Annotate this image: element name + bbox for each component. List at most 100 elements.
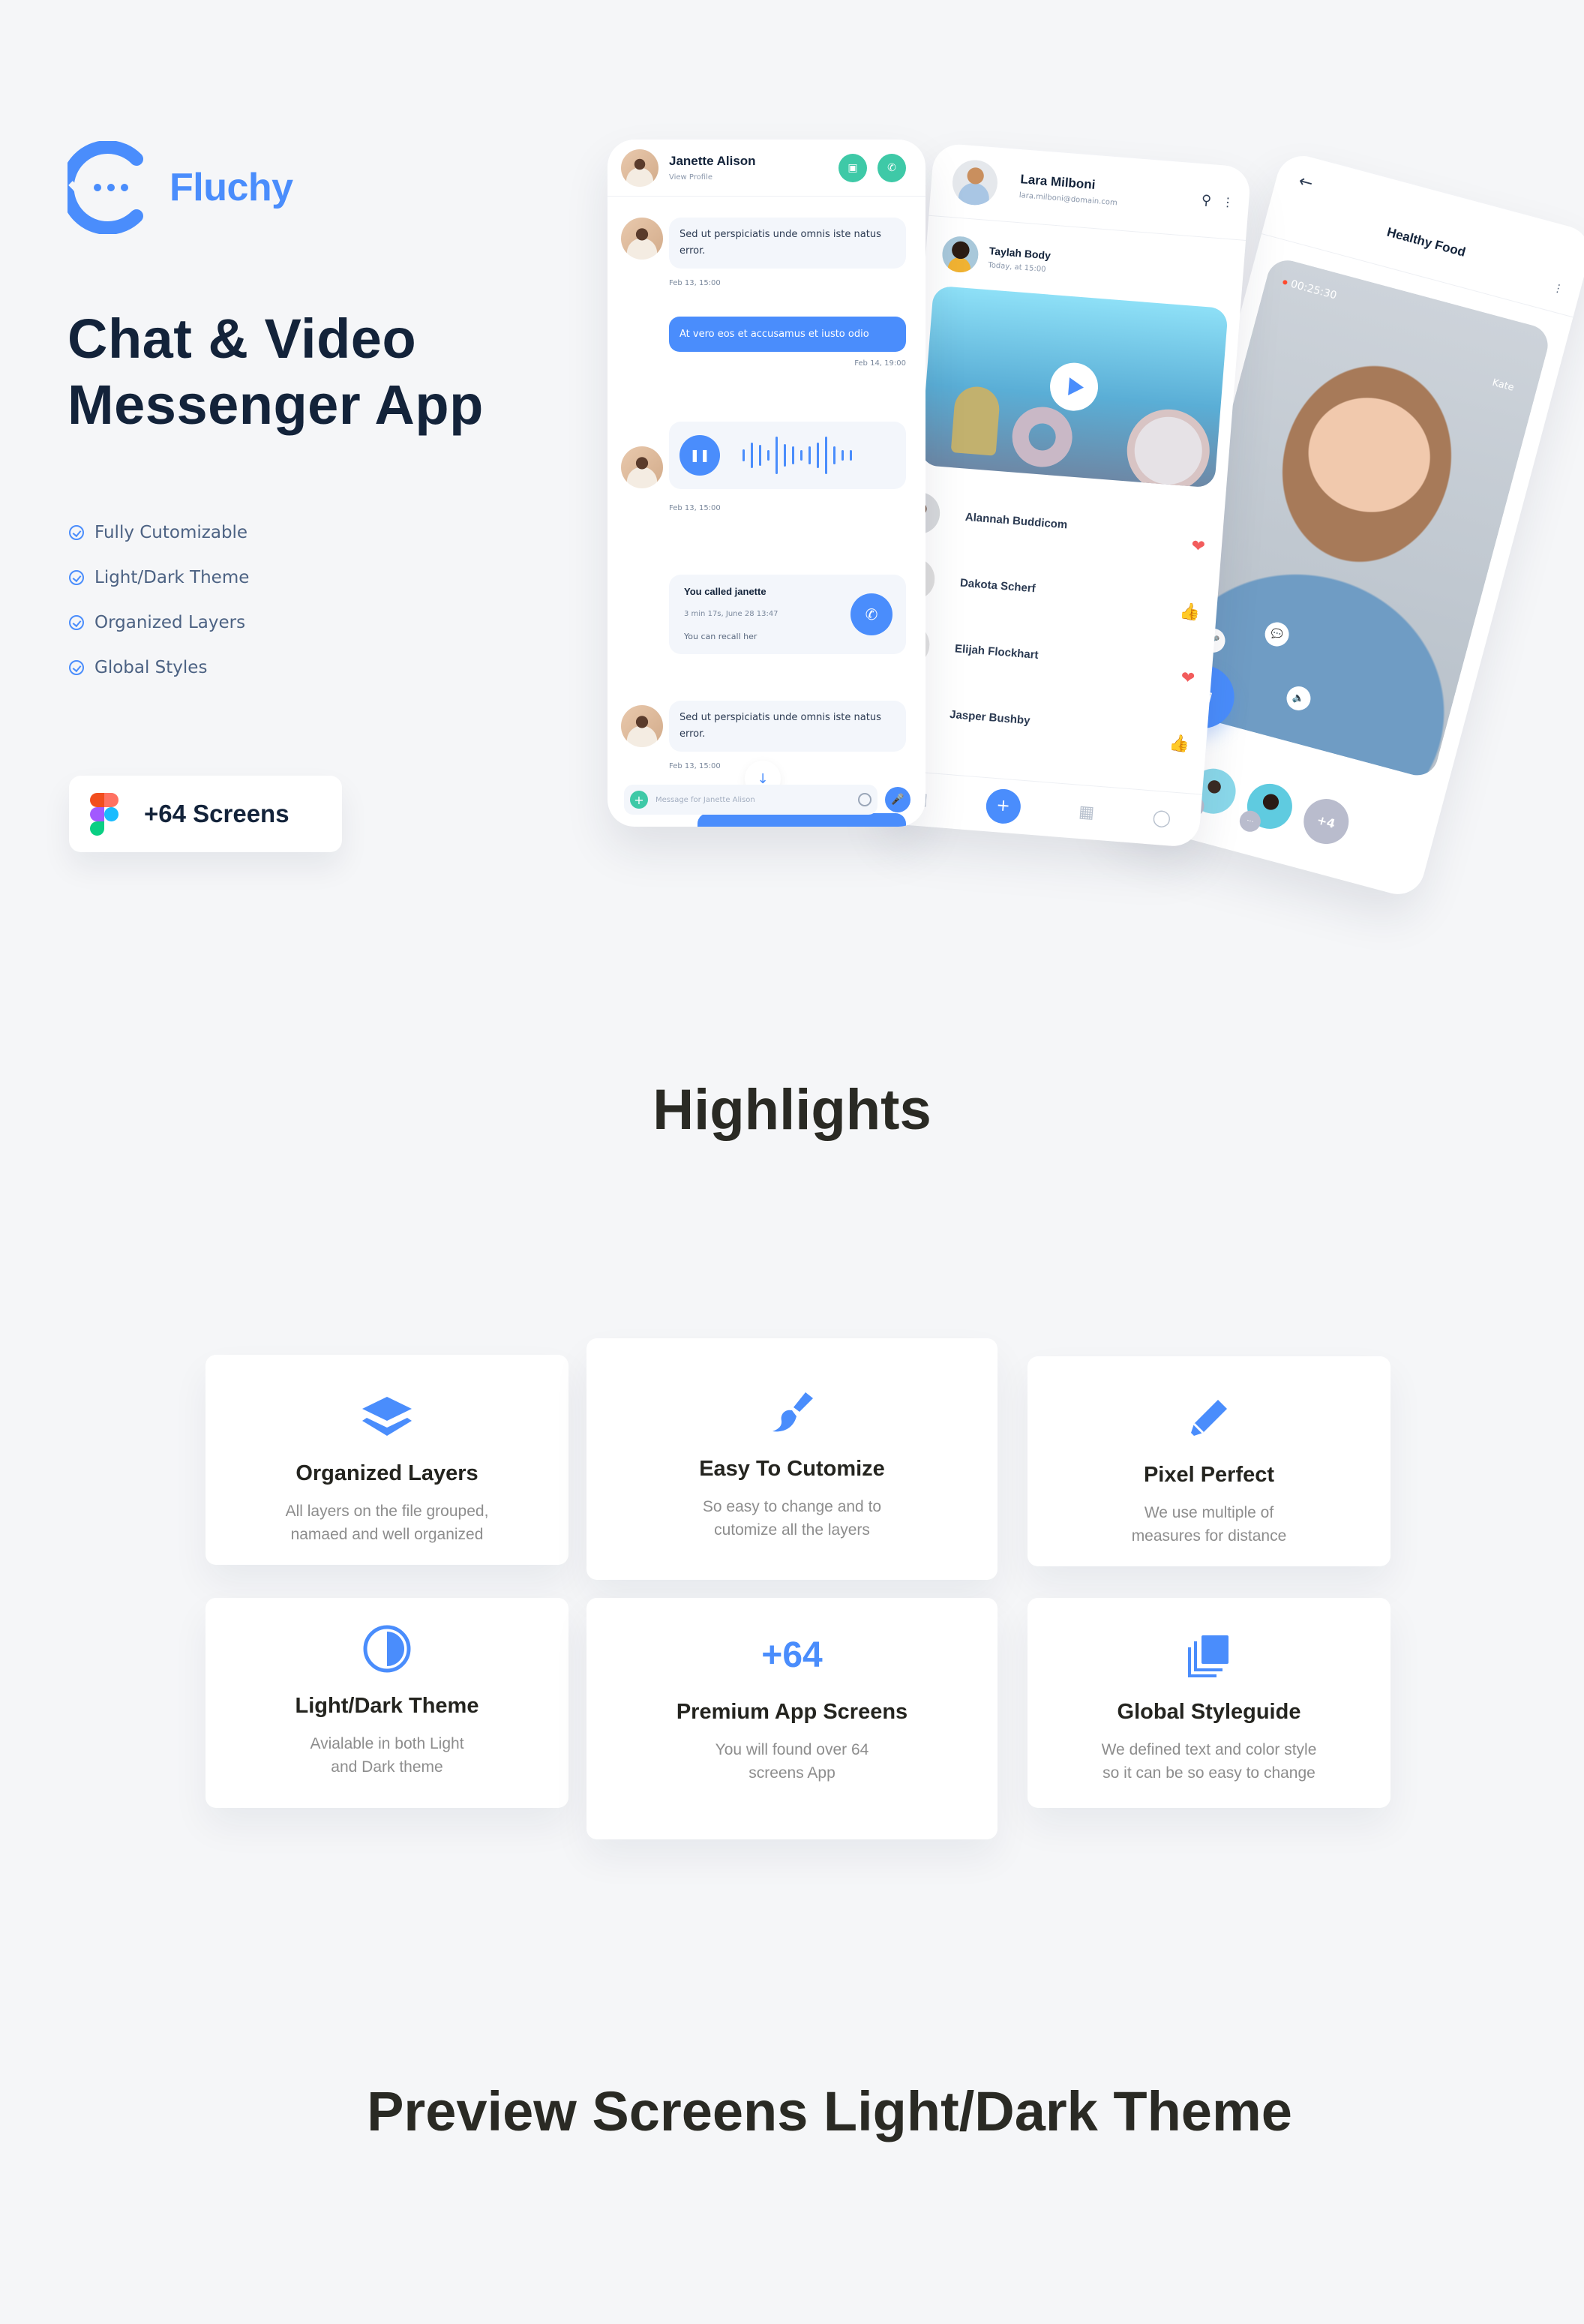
voice-call-button[interactable]: ✆ — [878, 153, 906, 182]
user-avatar[interactable] — [950, 158, 1000, 207]
preview-section-title: Preview Screens Light/Dark Theme — [367, 2080, 1292, 2142]
highlight-description: We defined text and color style so it can… — [1101, 1741, 1317, 1782]
play-button[interactable] — [1048, 361, 1100, 413]
chat-header: Janette Alison View Profile ▣ ✆ — [608, 140, 926, 197]
tab-grid-icon[interactable]: ▦ — [1078, 803, 1095, 823]
feature-label: Light/Dark Theme — [94, 568, 250, 587]
hero-title-line2: Messenger App — [68, 374, 484, 436]
figma-logo-icon — [90, 792, 118, 836]
check-circle-icon — [69, 615, 84, 630]
search-icon[interactable]: ⚲ — [1201, 192, 1212, 209]
message-placeholder: Message for Janette Alison — [656, 795, 755, 804]
participant-name: Kate — [1490, 377, 1516, 394]
message-voice: ❚❚ Feb 13, 15:00 — [621, 422, 906, 512]
contact-name: Jasper Bushby — [949, 707, 1031, 727]
video-call-icon: ▣ — [848, 161, 858, 174]
highlight-description: So easy to change and to cutomize all the… — [702, 1498, 882, 1539]
contact-name: Janette Alison — [669, 154, 756, 168]
check-circle-icon — [69, 525, 84, 540]
call-timer-text: 00:25:30 — [1289, 278, 1338, 302]
contact-avatar[interactable] — [621, 149, 658, 187]
contact-name: Elijah Flockhart — [954, 641, 1040, 662]
view-profile-link[interactable]: View Profile — [669, 173, 838, 182]
pause-icon: ❚❚ — [689, 448, 710, 462]
sender-avatar — [621, 446, 663, 488]
highlight-card: +64 Premium App Screens You will found o… — [586, 1598, 998, 1839]
post-author-avatar[interactable] — [940, 235, 980, 274]
highlight-title: Global Styleguide — [1117, 1700, 1301, 1724]
contact-name: Alannah Buddicom — [964, 510, 1068, 531]
check-circle-icon — [69, 660, 84, 675]
message-outgoing-partial — [698, 813, 906, 827]
chat-screen: Janette Alison View Profile ▣ ✆ Sed ut p… — [608, 140, 926, 827]
voice-record-button[interactable]: 🎤 — [885, 787, 910, 812]
hero-title: Chat & Video Messenger App — [68, 306, 484, 438]
feature-item: Light/Dark Theme — [69, 555, 249, 600]
more-icon: ··· — [1237, 808, 1264, 834]
highlight-title: Organized Layers — [296, 1461, 478, 1485]
feature-item: Fully Cutomizable — [69, 510, 249, 555]
emoji-icon[interactable] — [858, 793, 872, 806]
post-video[interactable] — [920, 285, 1228, 488]
call-timer: 00:25:30 — [1281, 276, 1338, 302]
highlight-title: Easy To Cutomize — [699, 1457, 885, 1481]
feature-label: Organized Layers — [94, 613, 246, 632]
feature-item: Organized Layers — [69, 600, 249, 645]
call-log-message: You called janette 3 min 17s, June 28 13… — [669, 575, 906, 654]
message-composer: + Message for Janette Alison 🎤 — [624, 785, 910, 815]
check-circle-icon — [69, 570, 84, 585]
message-time: Feb 13, 15:00 — [669, 762, 721, 770]
call-detail: 3 min 17s, June 28 13:47 — [684, 610, 778, 618]
feature-label: Global Styles — [94, 658, 208, 677]
back-arrow-icon[interactable]: ← — [1297, 172, 1315, 194]
phone-call-icon: ✆ — [887, 161, 896, 174]
message-bubble: At vero eos et accusamus et iusto odio — [669, 317, 906, 352]
highlight-card: Organized Layers All layers on the file … — [206, 1355, 568, 1565]
message-time: Feb 13, 15:00 — [669, 504, 721, 512]
post-time: Today, at 15:00 — [987, 260, 1046, 274]
layers-icon — [206, 1394, 568, 1439]
heart-icon[interactable]: ❤ — [1190, 536, 1205, 556]
contact-name: Dakota Scherf — [959, 576, 1036, 595]
audio-waveform — [742, 437, 852, 474]
add-button[interactable]: + — [984, 787, 1022, 825]
tab-profile-icon[interactable]: ◯ — [1152, 809, 1172, 829]
participant-avatar[interactable]: ··· — [1237, 779, 1298, 834]
heart-icon[interactable]: ❤ — [1180, 668, 1196, 688]
brand-name: Fluchy — [170, 166, 293, 209]
recall-button[interactable]: ✆ — [850, 593, 892, 635]
message-outgoing: At vero eos et accusamus et iusto odio F… — [669, 317, 906, 368]
message-incoming: Sed ut perspiciatis unde omnis iste natu… — [621, 218, 906, 287]
sender-avatar — [621, 705, 663, 747]
highlights-title: Highlights — [652, 1078, 932, 1142]
feature-label: Fully Cutomizable — [94, 523, 248, 542]
highlight-description: All layers on the file grouped, namaed an… — [285, 1503, 489, 1543]
contact-list: Alannah Buddicom ❤ Dakota Scherf 👍 Elija… — [880, 479, 1225, 767]
post-author-name: Taylah Body — [988, 244, 1052, 262]
pause-button[interactable]: ❚❚ — [680, 435, 720, 476]
more-options-icon[interactable]: ⋮ — [1552, 281, 1565, 296]
message-bubble: Sed ut perspiciatis unde omnis iste natu… — [669, 701, 906, 752]
highlight-card: Pixel Perfect We use multiple of measures… — [1028, 1356, 1390, 1566]
attach-plus-icon[interactable]: + — [630, 791, 648, 809]
speaker-icon[interactable]: 🔈 — [1283, 683, 1314, 713]
message-input[interactable]: + Message for Janette Alison — [624, 785, 878, 815]
call-note: You can recall her — [684, 632, 758, 641]
brand-logo: Fluchy — [60, 140, 293, 235]
message-time: Feb 14, 19:00 — [854, 359, 906, 368]
brush-icon — [586, 1389, 998, 1434]
screens-count-badge[interactable]: +64 Screens — [69, 776, 342, 852]
feed-screen: Lara Milboni lara.milboni@domain.com ⚲ ⋮… — [880, 143, 1252, 848]
phone-outgoing-icon: ✆ — [865, 605, 878, 623]
screens-count-label: +64 Screens — [144, 800, 290, 827]
more-participants-button[interactable]: +4 — [1298, 794, 1354, 849]
chat-bubble-icon[interactable]: 💬 — [1262, 619, 1292, 650]
pen-icon — [1028, 1395, 1390, 1440]
video-call-button[interactable]: ▣ — [838, 153, 867, 182]
more-options-icon[interactable]: ⋮ — [1221, 194, 1234, 209]
message-time: Feb 13, 15:00 — [669, 279, 721, 287]
voice-bubble: ❚❚ — [669, 422, 906, 489]
bottom-tab-bar: ▣ + ▦ ◯ — [880, 769, 1202, 848]
thumbs-up-icon[interactable]: 👍 — [1179, 602, 1201, 622]
thumbs-up-icon[interactable]: 👍 — [1168, 734, 1190, 754]
